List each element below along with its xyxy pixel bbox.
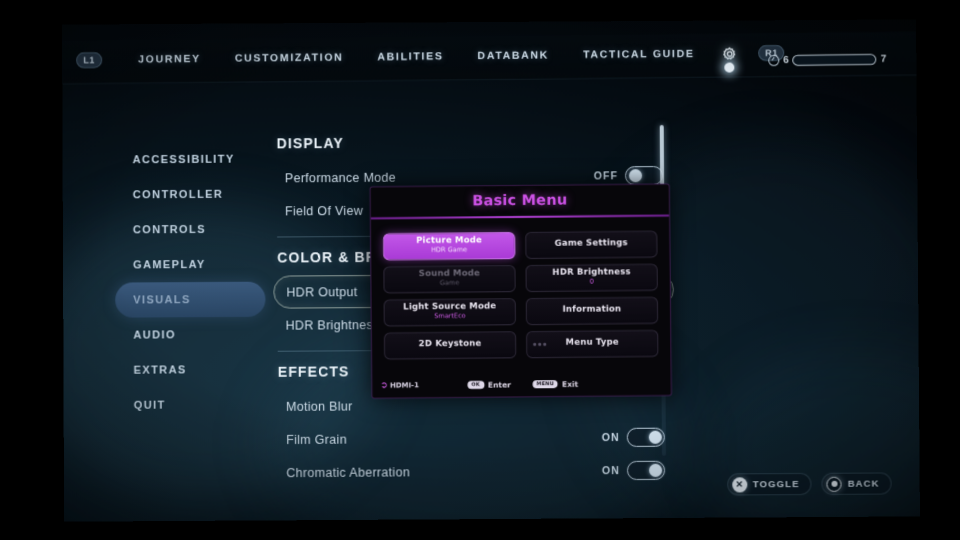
setting-label: Chromatic Aberration (286, 465, 410, 480)
osd-hint-enter: OK Enter (467, 380, 511, 389)
sidebar-item-label: ACCESSIBILITY (133, 153, 235, 166)
setting-control: OFF (594, 166, 663, 185)
tab-tactical-guide[interactable]: TACTICAL GUIDE (583, 48, 695, 61)
prompt-back[interactable]: BACK (822, 472, 892, 495)
osd-tile-label: Light Source Mode (403, 302, 496, 312)
osd-tile-light-source-mode[interactable]: Light Source Mode SmartEco (384, 298, 516, 326)
sidebar-item-label: EXTRAS (134, 364, 187, 376)
circle-fill (831, 481, 837, 487)
sidebar-item-label: QUIT (134, 399, 166, 411)
sidebar-item-audio[interactable]: AUDIO (115, 317, 265, 353)
setting-label: Field Of View (285, 203, 363, 217)
xp-progress-bar (793, 54, 877, 66)
toggle-knob (648, 431, 661, 444)
sidebar-item-quit[interactable]: QUIT (116, 387, 266, 423)
osd-tile-label: Picture Mode (416, 236, 482, 246)
setting-toggle[interactable] (627, 461, 665, 480)
more-options-icon (533, 343, 546, 346)
osd-footer: ➲ HDMI-1 OK Enter MENU Exit (372, 375, 671, 394)
toggle-knob (649, 464, 662, 477)
toggle-knob (628, 169, 641, 182)
ok-key-badge: OK (467, 381, 484, 389)
setting-toggle[interactable] (627, 428, 665, 447)
tab-databank[interactable]: DATABANK (477, 49, 549, 62)
osd-tile-sound-mode[interactable]: Sound Mode Game (383, 265, 515, 293)
input-source-icon: ➲ (380, 381, 388, 390)
setting-control: ON (602, 428, 665, 447)
settings-category-list: ACCESSIBILITY CONTROLLER CONTROLS GAMEPLAY V… (115, 141, 267, 423)
next-level: 7 (881, 54, 887, 65)
circle-button-icon (827, 476, 842, 491)
section-title: DISPLAY (277, 133, 673, 151)
setting-toggle[interactable] (625, 166, 663, 185)
toggle-state-label: ON (602, 465, 620, 477)
projector-osd-overlay: Basic Menu Picture Mode HDR Game Game Sett… (370, 183, 672, 398)
setting-label: HDR Brightness (286, 318, 380, 333)
tab-settings[interactable] (718, 42, 740, 64)
toggle-state-label: ON (602, 431, 620, 443)
osd-hint-enter-label: Enter (488, 380, 511, 389)
osd-tile-hdr-brightness[interactable]: HDR Brightness 0 (525, 263, 657, 291)
sidebar-item-controls[interactable]: CONTROLS (115, 212, 265, 248)
osd-input-source: ➲ HDMI-1 (380, 381, 419, 390)
projector-photo: L1 JOURNEY CUSTOMIZATION ABILITIES DATAB… (0, 0, 960, 540)
current-level: 6 (783, 55, 789, 66)
osd-tile-value: SmartEco (434, 313, 465, 321)
osd-tile-value: HDR Game (431, 247, 467, 255)
cross-button-icon: ✕ (732, 477, 747, 492)
sidebar-item-label: CONTROLLER (133, 188, 224, 201)
osd-tile-game-settings[interactable]: Game Settings (525, 230, 657, 258)
button-prompt-row: ✕ TOGGLE BACK (727, 472, 892, 495)
osd-hint-exit-label: Exit (562, 379, 578, 388)
osd-tile-2d-keystone[interactable]: 2D Keystone (384, 331, 516, 359)
prompt-label: TOGGLE (753, 479, 800, 490)
setting-control: ON (602, 461, 665, 480)
osd-tile-label: Information (563, 306, 622, 316)
setting-row[interactable]: Film Grain ON (274, 421, 675, 457)
menu-key-badge: MENU (533, 380, 559, 388)
input-source-label: HDMI-1 (390, 381, 419, 389)
osd-tile-label: Game Settings (555, 239, 628, 249)
level-icon (768, 55, 779, 66)
projected-screen: L1 JOURNEY CUSTOMIZATION ABILITIES DATAB… (62, 19, 920, 521)
setting-row[interactable]: Chromatic Aberration ON (274, 454, 675, 490)
prompt-label: BACK (848, 478, 880, 489)
gear-icon (722, 46, 737, 61)
osd-title: Basic Menu (371, 184, 670, 217)
sidebar-item-label: GAMEPLAY (133, 258, 206, 270)
osd-hint-exit: MENU Exit (533, 379, 579, 388)
setting-label: Motion Blur (286, 399, 353, 413)
sidebar-item-label: CONTROLS (133, 223, 206, 235)
sidebar-item-visuals[interactable]: VISUALS (115, 282, 265, 318)
sidebar-item-label: AUDIO (133, 329, 176, 341)
setting-label: Film Grain (286, 432, 347, 446)
sidebar-item-accessibility[interactable]: ACCESSIBILITY (115, 141, 265, 177)
osd-tile-menu-type[interactable]: Menu Type (526, 329, 658, 357)
osd-tile-label: HDR Brightness (552, 268, 630, 278)
osd-tile-information[interactable]: Information (526, 296, 658, 324)
osd-tile-label: 2D Keystone (419, 340, 482, 350)
sidebar-item-extras[interactable]: EXTRAS (115, 352, 265, 388)
nav-tab-row: L1 JOURNEY CUSTOMIZATION ABILITIES DATAB… (76, 42, 785, 71)
osd-tile-value: Game (440, 280, 459, 288)
sidebar-item-label: VISUALS (133, 294, 191, 306)
osd-tile-label: Sound Mode (419, 269, 480, 279)
osd-tile-picture-mode[interactable]: Picture Mode HDR Game (383, 232, 515, 260)
setting-label: HDR Output (286, 285, 357, 299)
active-tab-indicator (725, 62, 735, 72)
top-navigation-bar: L1 JOURNEY CUSTOMIZATION ABILITIES DATAB… (62, 32, 917, 85)
osd-tile-label: Menu Type (566, 339, 619, 349)
sidebar-item-gameplay[interactable]: GAMEPLAY (115, 247, 265, 283)
tab-journey[interactable]: JOURNEY (138, 53, 201, 66)
toggle-state-label: OFF (594, 170, 618, 182)
tab-customization[interactable]: CUSTOMIZATION (235, 52, 344, 65)
l1-bumper-badge[interactable]: L1 (76, 52, 102, 68)
prompt-toggle[interactable]: ✕ TOGGLE (727, 473, 812, 496)
tab-abilities[interactable]: ABILITIES (377, 50, 443, 63)
setting-label: Performance Mode (285, 170, 396, 185)
sidebar-item-controller[interactable]: CONTROLLER (115, 176, 265, 212)
osd-tile-value: 0 (590, 279, 594, 287)
osd-tile-grid: Picture Mode HDR Game Game Settings Sound M… (371, 216, 671, 359)
level-progress-meter: 6 7 (768, 54, 886, 66)
